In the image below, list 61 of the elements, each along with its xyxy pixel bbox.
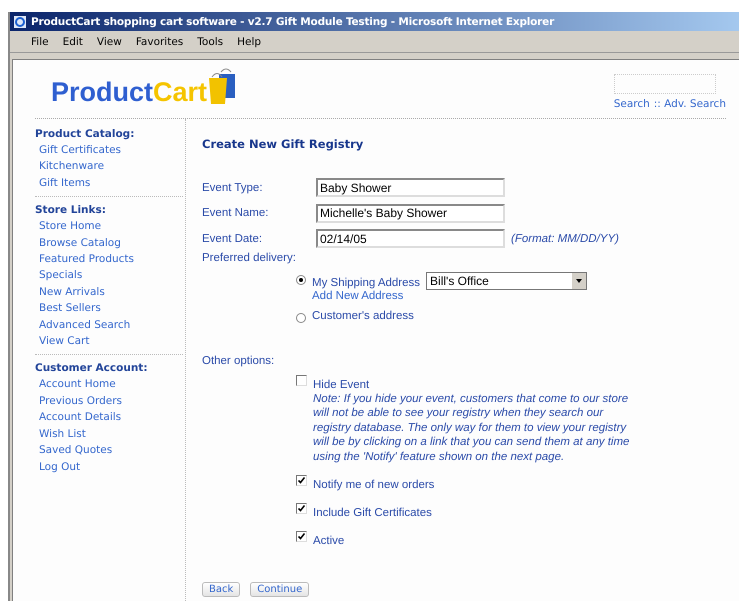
text-field[interactable]: 02/14/05 [316, 229, 505, 248]
search-link[interactable]: :: Adv. Search [654, 98, 726, 110]
sidebar-link[interactable]: Featured Products [35, 251, 183, 268]
search-field[interactable] [614, 74, 716, 94]
menu-item[interactable]: Tools [190, 36, 230, 48]
field-label: Other options: [202, 354, 276, 366]
address-dropdown[interactable]: Bill's Office [426, 272, 588, 290]
note-text: Note: If you hide your event, customers that come to our store will not be able to see your registry when they search our registry database. The only way for them to view your registry will be by clicking on a link that you can send them at any time using the 'Notify' feature shown on the next page. [313, 392, 630, 464]
field-label: Preferred delivery: [202, 252, 297, 264]
logo-text: Cart [153, 79, 208, 106]
sidebar-link[interactable]: Specials [35, 267, 183, 284]
sidebar-heading: Store Links: [35, 203, 107, 218]
checkbox[interactable] [296, 531, 307, 542]
text-field[interactable]: Baby Shower [316, 178, 505, 198]
add-address-link[interactable]: Add New Address [312, 290, 588, 302]
shopping-bag-icon [207, 68, 238, 106]
sidebar-link[interactable]: Best Sellers [35, 300, 183, 317]
field-label: Event Date: [202, 232, 264, 245]
sidebar-link[interactable]: Previous Orders [35, 392, 183, 410]
sidebar-link[interactable]: Saved Quotes [35, 442, 183, 458]
sidebar-link[interactable]: Wish List [35, 426, 183, 442]
sidebar-link[interactable]: New Arrivals [35, 284, 183, 300]
logo-text: Product [51, 79, 154, 106]
search-link[interactable]: Search [614, 98, 650, 110]
sidebar-link[interactable]: Gift Certificates [35, 142, 183, 158]
checkbox-label: Hide Event [313, 378, 370, 390]
menu-item[interactable]: Favorites [128, 36, 190, 48]
menu-item[interactable]: File [24, 36, 56, 48]
sidebar-link[interactable]: Gift Items [35, 174, 183, 192]
checkbox-label: Include Gift Certificates [313, 507, 432, 520]
radio-button[interactable] [296, 312, 306, 322]
sidebar-link[interactable]: Log Out [35, 458, 183, 475]
checkbox[interactable] [296, 374, 307, 386]
field-label: Event Name: [202, 207, 270, 220]
radio-label: My Shipping Address [312, 276, 420, 288]
field-label: Event Type: [202, 182, 264, 194]
text-field[interactable]: Michelle's Baby Shower [316, 204, 505, 223]
sidebar-link[interactable]: Store Home [35, 218, 183, 235]
sidebar-heading: Customer Account: [35, 361, 149, 376]
window-title: ProductCart shopping cart software - v2.7 Gift Module Testing - Microsoft Internet Explorer [31, 16, 554, 28]
checkbox-label: Active [313, 535, 344, 548]
sidebar-link[interactable]: Kitchenware [35, 158, 183, 175]
sidebar-link[interactable]: Advanced Search [35, 316, 183, 334]
back-button[interactable]: Back [202, 582, 240, 597]
sidebar-link[interactable]: Browse Catalog [35, 234, 183, 252]
menu-item[interactable]: Help [230, 36, 268, 48]
format-hint: (Format: MM/DD/YY) [511, 232, 619, 245]
sidebar-link[interactable]: Account Home [35, 376, 183, 393]
menu-item[interactable]: Edit [56, 36, 90, 48]
continue-button[interactable]: Continue [250, 582, 310, 597]
browser-icon [13, 14, 27, 28]
radio-button[interactable] [296, 274, 306, 284]
checkbox[interactable] [296, 475, 307, 486]
menu-item[interactable]: View [90, 36, 129, 48]
sidebar-link[interactable]: Account Details [35, 409, 183, 426]
checkbox-label: Notify me of new orders [313, 479, 434, 492]
radio-label: Customer's address [312, 310, 414, 322]
page-title: Create New Gift Registry [202, 137, 364, 151]
sidebar-link[interactable]: View Cart [35, 333, 183, 350]
checkbox[interactable] [296, 503, 307, 514]
sidebar-heading: Product Catalog: [35, 127, 136, 142]
